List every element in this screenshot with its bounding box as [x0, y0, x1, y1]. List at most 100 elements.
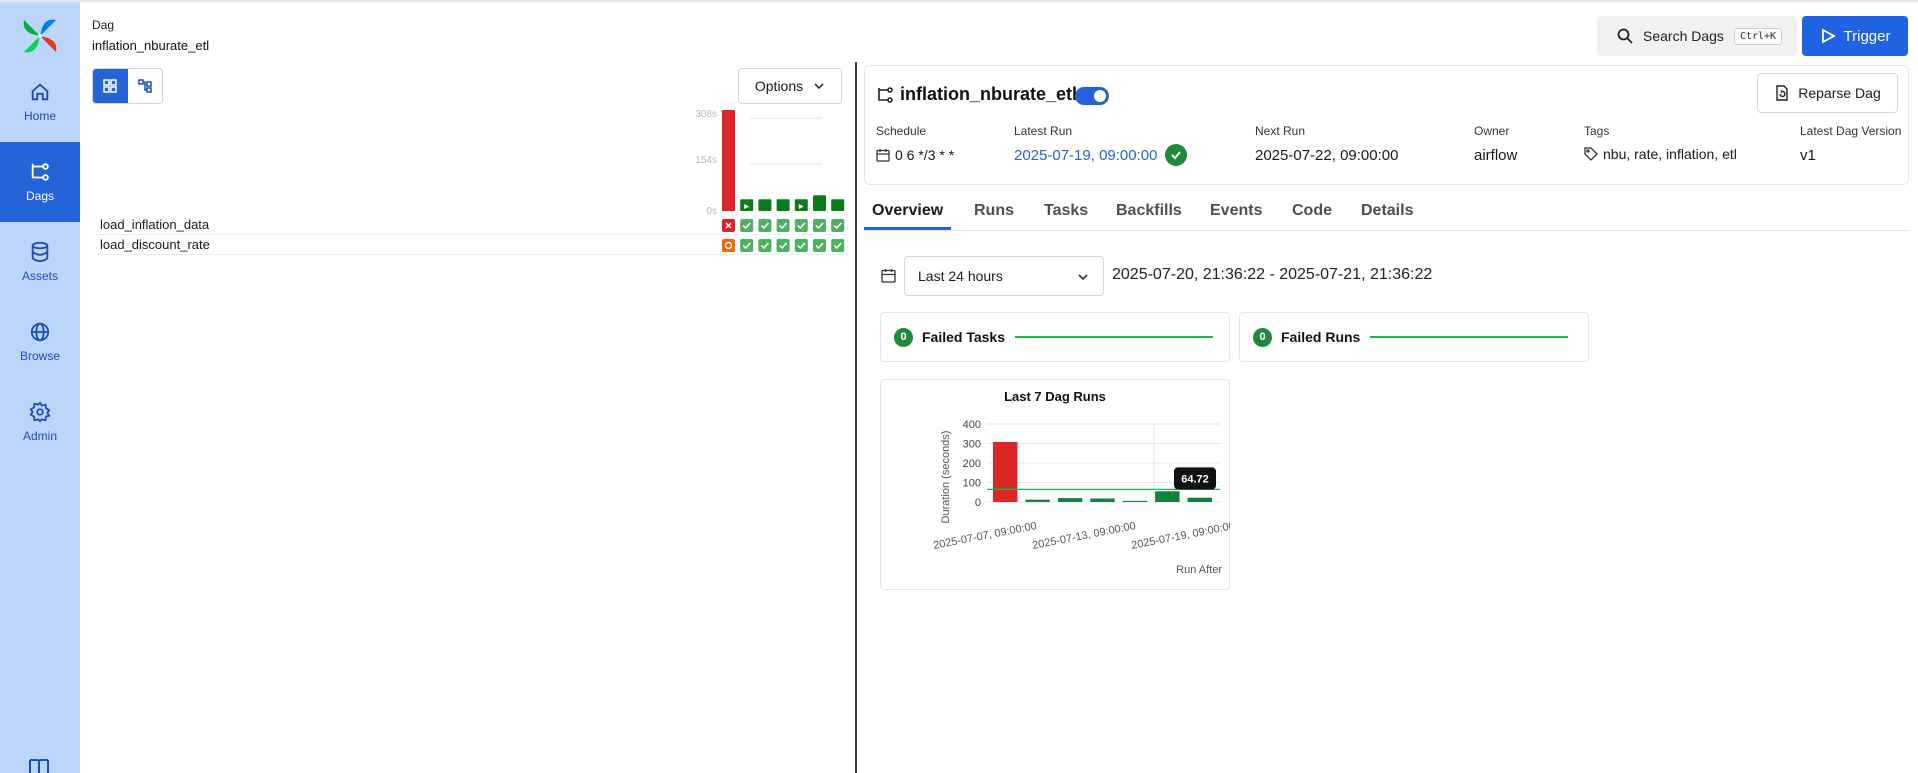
file-refresh-icon — [1776, 85, 1788, 101]
reparse-label: Reparse Dag — [1798, 85, 1881, 101]
dag-tabs: Overview Runs Tasks Backfills Events Cod… — [864, 194, 1909, 231]
chart-bar[interactable] — [1090, 498, 1115, 502]
chevron-down-icon — [814, 83, 824, 90]
failed-runs-sparkline — [1370, 336, 1569, 338]
trigger-button[interactable]: Trigger — [1802, 16, 1908, 56]
time-range-select[interactable]: Last 24 hours — [904, 256, 1104, 296]
grid-run-bar[interactable] — [758, 199, 772, 211]
sidebar-item-label: Assets — [21, 269, 58, 283]
failed-runs-count: 0 — [1253, 327, 1272, 347]
failed-runs-label: Failed Runs — [1281, 329, 1361, 345]
tab-overview[interactable]: Overview — [864, 194, 952, 230]
tab-tasks[interactable]: Tasks — [1044, 194, 1088, 230]
search-label: Search Dags — [1643, 28, 1724, 44]
view-toggle — [92, 68, 163, 104]
tab-backfills[interactable]: Backfills — [1116, 194, 1182, 230]
next-run-value: 2025-07-22, 09:00:00 — [1255, 147, 1399, 164]
sidebar-item-label: Home — [23, 109, 56, 123]
sidebar-item-label: Browse — [19, 349, 60, 363]
tags-list: nbu, rate, inflation, etl — [1603, 146, 1737, 162]
chart-ytick-label: 200 — [963, 458, 981, 470]
grid-run-bar[interactable] — [813, 195, 826, 211]
dags-icon — [31, 163, 49, 181]
gear-icon — [29, 401, 51, 423]
task-name[interactable]: load_inflation_data — [100, 217, 209, 232]
latest-run-link[interactable]: 2025-07-19, 09:00:00 — [1014, 147, 1157, 164]
chart-bar[interactable] — [1155, 491, 1180, 502]
schedule-label: Schedule — [876, 124, 927, 138]
tab-events[interactable]: Events — [1210, 194, 1262, 230]
top-border — [0, 0, 1918, 2]
sidebar-item-assets[interactable]: Assets — [0, 222, 80, 302]
tag-icon — [1584, 147, 1598, 161]
airflow-logo[interactable] — [20, 16, 60, 56]
sidebar-item-home[interactable]: Home — [0, 62, 80, 142]
options-label: Options — [754, 78, 804, 94]
calendar-icon — [881, 269, 896, 283]
graph-icon — [138, 79, 152, 93]
breadcrumb-label: Dag — [92, 18, 115, 32]
success-badge — [1165, 144, 1188, 166]
chart-ytick-label: 400 — [963, 419, 981, 431]
time-range-value: Last 24 hours — [918, 268, 1003, 284]
dag-pause-toggle[interactable] — [1075, 87, 1109, 105]
chart-ytick-label: 300 — [963, 439, 981, 451]
sidebar-item-dags[interactable]: Dags — [0, 142, 80, 222]
chart-xlabel: Run After — [1176, 564, 1222, 576]
task-name[interactable]: load_discount_rate — [100, 237, 210, 252]
home-icon — [31, 83, 49, 101]
chart-ytick-label: 100 — [963, 478, 981, 490]
tags-label: Tags — [1584, 124, 1610, 138]
chart-tooltip-value: 64.72 — [1181, 473, 1209, 485]
search-dags-button[interactable]: Search Dags Ctrl+K — [1597, 16, 1797, 56]
task-row-load-inflation-data[interactable]: load_inflation_data — [96, 215, 846, 235]
sidebar-item-label: Dags — [25, 189, 54, 203]
owner-label: Owner — [1474, 124, 1510, 138]
docs-icon[interactable] — [28, 758, 50, 773]
chart-bar[interactable] — [1187, 497, 1212, 502]
chart-bar[interactable] — [1122, 500, 1148, 502]
grid-run-bar[interactable] — [722, 110, 735, 211]
duration-tick: 154s — [695, 155, 717, 166]
chart-xtick-label: 2025-07-19, 09:00:00 — [1130, 520, 1230, 552]
sidebar-item-label: Admin — [22, 429, 57, 443]
breadcrumb-dag-name[interactable]: inflation_nburate_etl — [92, 38, 209, 53]
chart-bar[interactable] — [1025, 499, 1050, 502]
pane-divider[interactable] — [855, 62, 857, 773]
schedule-cron: 0 6 */3 * * — [895, 147, 955, 163]
tab-details[interactable]: Details — [1361, 194, 1413, 230]
latest-run-value: 2025-07-19, 09:00:00 — [1014, 144, 1188, 166]
latest-run-label: Latest Run — [1014, 124, 1073, 138]
reparse-dag-button[interactable]: Reparse Dag — [1757, 73, 1898, 113]
tab-code[interactable]: Code — [1292, 194, 1332, 230]
grid-run-bar[interactable] — [740, 199, 754, 211]
assets-icon — [31, 241, 49, 263]
grid-run-bar[interactable] — [831, 199, 845, 211]
tab-runs[interactable]: Runs — [974, 194, 1014, 230]
check-icon — [1171, 151, 1182, 160]
duration-tick: 308s — [695, 109, 717, 120]
chart-title: Last 7 Dag Runs — [1004, 389, 1106, 404]
grid-run-bar[interactable] — [794, 199, 808, 211]
time-range-text: 2025-07-20, 21:36:22 - 2025-07-21, 21:36… — [1112, 266, 1433, 283]
trigger-label: Trigger — [1843, 27, 1891, 45]
failed-tasks-count: 0 — [894, 327, 913, 347]
failed-tasks-card[interactable]: 0 Failed Tasks — [880, 312, 1230, 362]
dag-title: inflation_nburate_etl — [900, 84, 1078, 104]
sidebar-item-admin[interactable]: Admin — [0, 382, 80, 462]
options-button[interactable]: Options — [738, 68, 842, 104]
search-icon — [1617, 28, 1633, 44]
chart-ylabel: Duration (seconds) — [940, 431, 952, 524]
sidebar-item-browse[interactable]: Browse — [0, 302, 80, 382]
grid-view-button[interactable] — [93, 69, 128, 103]
failed-runs-card[interactable]: 0 Failed Runs — [1239, 312, 1589, 362]
grid-run-bar[interactable] — [776, 199, 790, 211]
chart-bar[interactable] — [1057, 498, 1083, 502]
chart-xtick-label: 2025-07-07, 09:00:00 — [932, 520, 1038, 552]
dag-icon — [878, 87, 893, 103]
graph-view-button[interactable] — [128, 69, 163, 103]
chevron-down-icon — [1078, 274, 1088, 281]
chart-bar[interactable] — [993, 441, 1018, 502]
search-shortcut: Ctrl+K — [1733, 27, 1783, 45]
task-row-load-discount-rate[interactable]: load_discount_rate — [96, 235, 846, 255]
